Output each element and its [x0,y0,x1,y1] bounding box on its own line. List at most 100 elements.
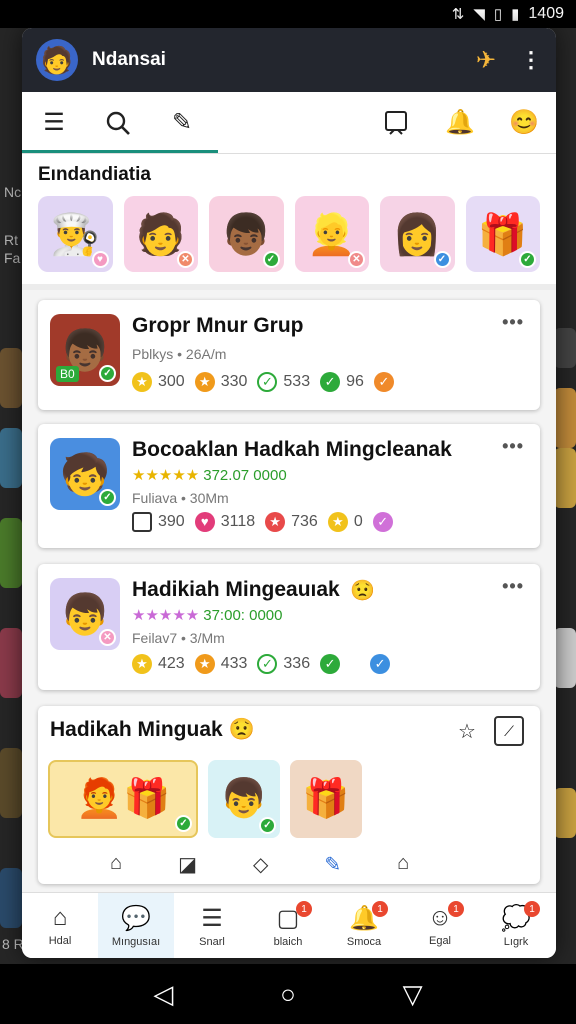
search-icon[interactable] [86,92,150,154]
item-thumbnail: 🧒 ✓ [50,438,120,510]
nav-item-ligrk[interactable]: 💭 1 Lıgrk [478,893,554,958]
sim-icon: ▯ [493,6,503,23]
stat: ✓ 533 [257,372,310,392]
star-outline-icon[interactable]: ☆ [452,716,482,746]
item-rating: ★★★★★ 372.07 0000 [132,467,287,484]
airplane-icon[interactable]: ✈ [476,46,496,75]
bubble-icon[interactable]: ◇ [253,852,268,877]
badge-icon: ✓ [373,372,394,392]
item-title: Gropr Mnur Grup [132,314,304,337]
featured-section: Eındandiatia 👨‍🍳 ♥ 🧑 ✕ 👦🏾 ✓ 👱 ✕ 👩 ✓ 🎁 ✓ [22,154,556,290]
wifi-icon: ◥ [473,6,485,23]
background-label: Fa [4,250,21,266]
bundle-actions: ☆ ⟋ [452,716,524,746]
background-thumb [554,328,576,368]
list-item[interactable]: 👦🏾 ✓ B0 Gropr Mnur Grup Pblkys • 26A/m ★ 3… [38,300,540,410]
item-subtitle: Fuliava • 30Mm [132,490,229,506]
nav-item-blaich[interactable]: ▢ 1 blaich [250,893,326,958]
background-thumb [0,428,22,488]
more-options-icon[interactable]: ••• [502,312,524,333]
item-stats: ★ 300 ★ 330 ✓ 533 ✓ 96 ✓ [132,372,400,392]
star-icon: ★ [132,654,152,674]
recents-icon[interactable]: ▽ [403,979,423,1010]
star-icon: ★ [194,654,215,674]
stat: ★ 0 [327,512,363,532]
back-icon[interactable]: ◁ [153,979,173,1010]
check-icon: ✓ [257,372,278,392]
thumbnail-tag: B0 [56,366,79,382]
title-bar: 🧑 Ndansai ✈ ⋮ [22,28,556,92]
heart-icon: ♥ [194,512,215,532]
home-outline-icon[interactable]: ⌂ [110,852,122,877]
home-icon: ⌂ [52,904,68,931]
featured-item[interactable]: 👩 ✓ [380,196,455,272]
more-options-icon[interactable]: ••• [502,436,524,457]
featured-item[interactable]: 🎁 ✓ [465,196,540,272]
star-icon: ★ [265,512,286,532]
pen-icon[interactable]: ✎ [150,92,214,154]
featured-item[interactable]: 👱 ✕ [294,196,369,272]
stat: ★ 423 [132,654,185,674]
star-icon: ★ [194,372,215,392]
item-title: Bocoaklan Hadkah Mingcleanak [132,438,452,461]
chat-icon[interactable]: ◪ [178,852,197,877]
bundle-items: 🧑‍🦰🎁 ✓ 👦 ✓ 🎁 [48,760,362,838]
stat: ♥ 3118 [194,512,255,532]
background-thumb [554,628,576,688]
stat: ★ 433 [194,654,247,674]
background-thumb [0,348,22,408]
bundle-card: Hadikah Minguak 😟 ☆ ⟋ 🧑‍🦰🎁 ✓ 👦 ✓ 🎁 ⌂ ◪ ◇ ✎… [38,706,540,884]
more-options-icon[interactable]: ••• [502,576,524,597]
app-title: Ndansai [92,49,166,70]
home-circle-icon[interactable]: ○ [280,979,296,1010]
toolbar: ☰ ✎ 🔔 😊 [22,92,556,154]
featured-heading: Eındandiatia [38,164,151,185]
star-icon: ★ [132,372,152,392]
bundle-item[interactable]: 🎁 [290,760,362,838]
overflow-menu-icon[interactable]: ⋮ [520,47,542,73]
background-thumb [0,748,22,818]
emoji-face-icon[interactable]: 😊 [492,92,556,154]
nav-item-home[interactable]: ⌂ Hdal [22,893,98,958]
notification-bell-icon[interactable]: 🔔 [428,92,492,154]
nav-item-messages[interactable]: 💬 Mıngusıaı [98,893,174,958]
background-thumb [554,448,576,508]
nav-item-smoca[interactable]: 🔔 1 Smoca [326,893,402,958]
background-thumb [0,868,22,928]
featured-row: 👨‍🍳 ♥ 🧑 ✕ 👦🏾 ✓ 👱 ✕ 👩 ✓ 🎁 ✓ [38,196,540,272]
notification-badge: 1 [524,901,540,917]
stat: ✓ 336 [257,654,310,674]
vibrate-icon: ⇅ [451,6,465,23]
bundle-item[interactable]: 🧑‍🦰🎁 ✓ [48,760,198,838]
bundle-item[interactable]: 👦 ✓ [208,760,280,838]
nav-item-storage[interactable]: ☰ Snarl [174,893,250,958]
edit-square-icon[interactable]: ✎ [324,852,341,877]
home-outline-icon[interactable]: ⌂ [397,852,409,877]
system-navigation-bar: ◁ ○ ▽ [0,964,576,1024]
featured-item[interactable]: 👦🏾 ✓ [209,196,284,272]
background-thumb [0,518,22,588]
item-title: Hadikiah Mingeauıak [132,578,340,601]
notification-badge: 1 [372,901,388,917]
confused-emoji-icon: 😟 [350,580,375,602]
sad-emoji-icon: 😟 [228,718,255,741]
featured-item[interactable]: 🧑 ✕ [123,196,198,272]
background-label: Nc [4,184,22,200]
nav-item-egal[interactable]: ☺ 1 Egal [402,893,478,958]
stat: ✓ 96 [320,372,364,392]
edit-icon[interactable]: ⟋ [494,716,524,746]
list-item[interactable]: 🧒 ✓ Bocoaklan Hadkah Mingcleanak ★★★★★ 372… [38,424,540,548]
featured-item[interactable]: 👨‍🍳 ♥ [38,196,113,272]
notification-badge: 1 [296,901,312,917]
app-window: 🧑 Ndansai ✈ ⋮ ☰ ✎ 🔔 😊 Eındandiatia 👨‍🍳 ♥ … [22,28,556,958]
battery-icon: ▮ [511,6,520,23]
check-icon: ✓ [320,654,341,674]
item-subtitle: Feilav7 • 3/Mm [132,630,225,646]
item-rating: ★★★★★ 37:00: 0000 [132,607,283,624]
menu-icon[interactable]: ☰ [22,92,86,154]
list-item[interactable]: 👦 ✕ Hadikiah Mingeauıak 😟 ★★★★★ 37:00: 000… [38,564,540,690]
background-thumb [554,388,576,448]
item-stats: ★ 423 ★ 433 ✓ 336 ✓ ✓ [132,654,396,674]
user-avatar-icon[interactable]: 🧑 [36,39,78,81]
cart-icon[interactable] [364,92,428,154]
